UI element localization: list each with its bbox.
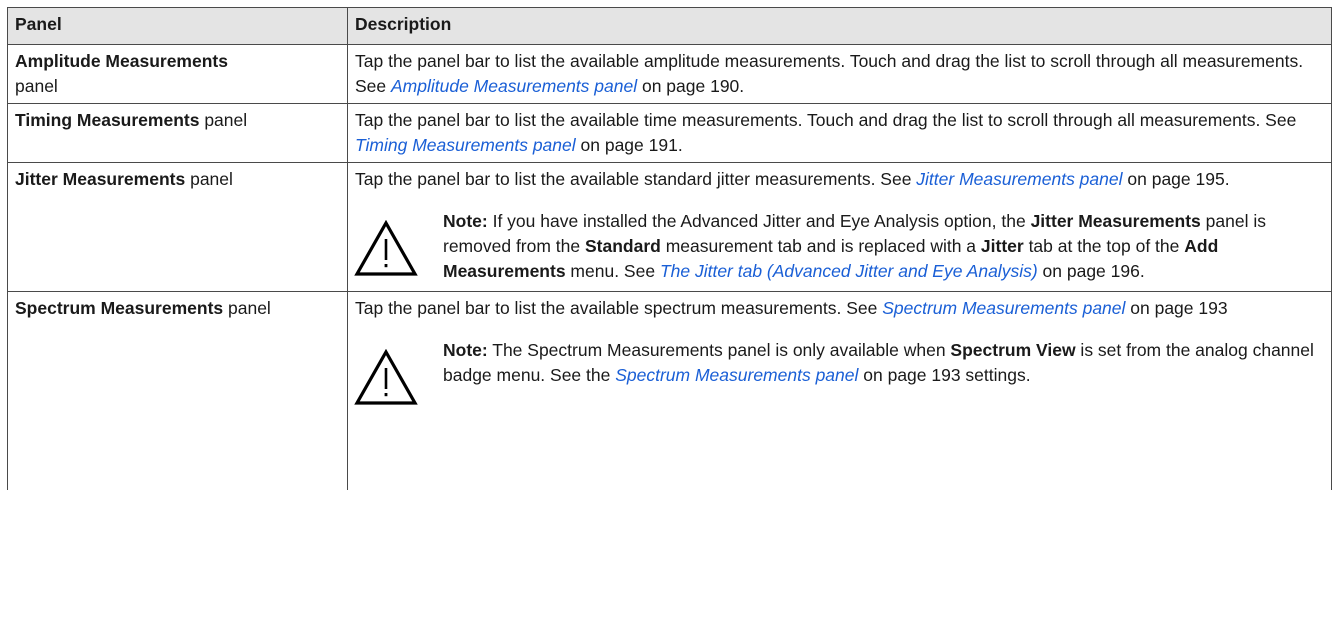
panel-cell: Timing Measurements panel [7,103,348,163]
panel-cell: Spectrum Measurements panel [7,291,348,490]
note-bold-term: Standard [585,236,661,256]
page-reference: on page 195. [1122,169,1230,189]
warning-triangle-icon [354,220,418,276]
description-text: Tap the panel bar to list the available … [355,298,883,318]
note-block: Note: The Spectrum Measurements panel is… [354,338,1324,405]
note-bold-term: Jitter Measurements [1030,211,1201,231]
page-reference: on page 193 settings. [858,365,1031,385]
page-reference: on page 196. [1037,261,1145,281]
note-bold-term: Spectrum View [950,340,1076,360]
panel-name: Timing Measurements [15,110,200,130]
description-text: Tap the panel bar to list the available … [355,169,917,189]
note-bold-term: Jitter [980,236,1024,256]
page-reference: on page 190. [637,76,745,96]
panel-name: Amplitude Measurements [15,51,228,71]
description-text: Tap the panel bar to list the available … [355,110,1297,130]
page-reference: on page 191. [575,135,683,155]
panel-cell: Jitter Measurements panel [7,162,348,292]
note-text: The Spectrum Measurements panel is only … [487,340,951,360]
panel-suffix: panel [223,298,271,318]
table-row: Spectrum Measurements panel Tap the pane… [7,291,1332,490]
page-reference: on page 193 [1125,298,1228,318]
note-block: Note: If you have installed the Advanced… [354,209,1324,284]
warning-triangle-icon [354,349,418,405]
note-text: menu. See [565,261,660,281]
panel-suffix: panel [199,110,248,130]
cross-reference-link[interactable]: Spectrum Measurements panel [615,365,858,385]
panel-suffix: panel [185,169,233,189]
cross-reference-link[interactable]: The Jitter tab (Advanced Jitter and Eye … [660,261,1038,281]
panel-name: Jitter Measurements [15,169,186,189]
note-text: tab at the top of the [1023,236,1185,256]
description-cell: Tap the panel bar to list the available … [347,103,1332,163]
cross-reference-link[interactable]: Amplitude Measurements panel [391,76,637,96]
header-description: Description [347,7,1332,45]
table-row: Timing Measurements panel Tap the panel … [7,103,1332,163]
description-cell: Tap the panel bar to list the available … [347,162,1332,292]
table-header-row: Panel Description [7,7,1332,45]
cross-reference-link[interactable]: Spectrum Measurements panel [882,298,1125,318]
cross-reference-link[interactable]: Jitter Measurements panel [916,169,1122,189]
note-label: Note: [443,211,488,231]
panel-cell: Amplitude Measurements panel [7,44,348,104]
measurements-panel-table: Panel Description Amplitude Measurements… [7,7,1332,490]
header-panel: Panel [7,7,348,45]
panel-suffix: panel [15,76,58,96]
table-row: Jitter Measurements panel Tap the panel … [7,162,1332,292]
panel-name: Spectrum Measurements [15,298,224,318]
note-text: If you have installed the Advanced Jitte… [487,211,1031,231]
table-row: Amplitude Measurements panel Tap the pane… [7,44,1332,104]
note-label: Note: [443,340,488,360]
note-text: measurement tab and is replaced with a [660,236,981,256]
description-cell: Tap the panel bar to list the available … [347,291,1332,490]
description-cell: Tap the panel bar to list the available … [347,44,1332,104]
cross-reference-link[interactable]: Timing Measurements panel [355,135,576,155]
